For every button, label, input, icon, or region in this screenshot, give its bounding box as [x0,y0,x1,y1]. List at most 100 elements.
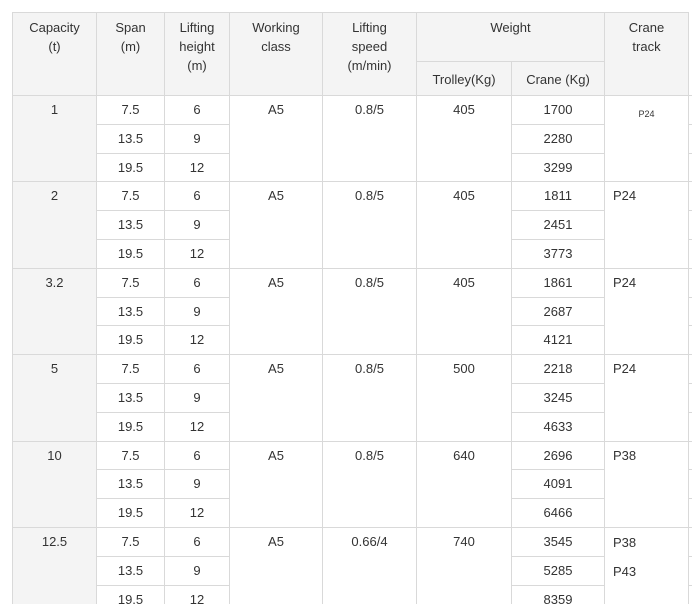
edge-cell [688,181,692,212]
crane-weight-cell: 8359 [510,584,606,604]
lifting-height-cell: 12 [164,152,230,183]
edge-cell [688,382,692,413]
span-cell: 19.5 [96,325,165,356]
crane-weight-cell: 4633 [510,411,606,442]
edge-cell [688,584,692,604]
edge-cell [688,498,692,528]
crane-track-cell: P38 [604,440,690,528]
header-working-class: Working class [229,12,323,96]
lifting-speed-cell: 0.8/5 [322,354,417,442]
table-row: 2 7.5 6 A5 0.8/5 405 1811 P24 [12,181,692,269]
edge-cell [688,296,692,327]
trolley-weight-cell: 405 [416,181,512,269]
span-cell: 19.5 [96,498,165,528]
span-cell: 7.5 [96,95,165,125]
edge-cell [688,555,692,586]
span-cell: 13.5 [96,382,165,413]
edge-cell [688,526,692,557]
lifting-height-cell: 6 [164,267,230,298]
capacity-cell: 10 [12,440,97,528]
table-body: 1 7.5 6 A5 0.8/5 405 1700 P24 13.5 9 2280 19.5 12 329… [12,94,692,604]
crane-weight-cell: 1861 [510,267,606,298]
table-row: 12.5 7.5 6 A5 0.66/4 740 3545 P38 P43 [12,526,692,604]
crane-weight-cell: 1811 [510,181,606,212]
span-cell: 19.5 [96,238,165,269]
span-cell: 19.5 [96,584,165,604]
lifting-height-cell: 6 [164,440,230,471]
crane-weight-cell: 3245 [510,382,606,413]
header-capacity: Capacity (t) [12,12,97,96]
lifting-speed-cell: 0.8/5 [322,181,417,269]
edge-cell [688,123,692,154]
crane-weight-cell: 3299 [510,152,606,183]
lifting-speed-cell: 0.8/5 [322,440,417,528]
header-span: Span (m) [96,12,165,96]
working-class-cell: A5 [229,181,323,269]
table-row: 3.2 7.5 6 A5 0.8/5 405 1861 P24 [12,267,692,356]
crane-track-cell: P24 [604,267,690,356]
trolley-weight-cell: 640 [416,440,512,528]
capacity-cell: 12.5 [12,526,97,604]
crane-weight-cell: 1700 [510,95,606,125]
span-cell: 13.5 [96,210,165,240]
span-cell: 7.5 [96,440,165,471]
header-lifting-height: Lifting height (m) [164,12,230,96]
crane-weight-cell: 4091 [510,469,606,500]
span-cell: 13.5 [96,555,165,586]
crane-weight-cell: 3773 [510,238,606,269]
span-cell: 13.5 [96,123,165,154]
lifting-height-cell: 12 [164,411,230,442]
working-class-cell: A5 [229,526,323,604]
lifting-height-cell: 12 [164,584,230,604]
edge-cell [688,325,692,356]
crane-track-cell: P24 [604,181,690,269]
lifting-height-cell: 9 [164,555,230,586]
working-class-cell: A5 [229,440,323,528]
table-row: 5 7.5 6 A5 0.8/5 500 2218 P24 [12,354,692,442]
crane-weight-cell: 2280 [510,123,606,154]
capacity-cell: 5 [12,354,97,442]
crane-weight-cell: 2218 [510,354,606,384]
span-cell: 7.5 [96,526,165,557]
trolley-weight-cell: 405 [416,267,512,356]
span-cell: 7.5 [96,354,165,384]
table-row: 10 7.5 6 A5 0.8/5 640 2696 P38 [12,440,692,528]
crane-weight-cell: 2696 [510,440,606,471]
span-cell: 7.5 [96,181,165,212]
edge-cell [688,440,692,471]
edge-cell [688,210,692,240]
trolley-weight-cell: 500 [416,354,512,442]
header-crane-track: Crane track [604,12,690,96]
header-crane-weight: Crane (Kg) [510,61,606,96]
lifting-height-cell: 9 [164,469,230,500]
span-cell: 13.5 [96,296,165,327]
lifting-speed-cell: 0.8/5 [322,94,417,183]
header-trolley-weight: Trolley(Kg) [416,61,512,96]
span-cell: 19.5 [96,411,165,442]
lifting-height-cell: 12 [164,325,230,356]
capacity-cell: 2 [12,181,97,269]
trolley-weight-cell: 740 [416,526,512,604]
working-class-cell: A5 [229,354,323,442]
crane-track-cell: P38 P43 [604,526,690,604]
edge-cell [688,152,692,183]
edge-cell [688,238,692,269]
lifting-height-cell: 6 [164,354,230,384]
header-edge [688,12,692,96]
working-class-cell: A5 [229,267,323,356]
lifting-height-cell: 12 [164,498,230,528]
header-lifting-speed: Lifting speed (m/min) [322,12,417,96]
table-row: 1 7.5 6 A5 0.8/5 405 1700 P24 [12,94,692,183]
crane-weight-cell: 3545 [510,526,606,557]
crane-spec-table: Capacity (t) Span (m) Lifting height (m)… [12,12,692,604]
crane-weight-cell: 5285 [510,555,606,586]
lifting-height-cell: 9 [164,382,230,413]
crane-track-cell: P24 [604,94,690,183]
crane-weight-cell: 6466 [510,498,606,528]
span-cell: 7.5 [96,267,165,298]
capacity-cell: 3.2 [12,267,97,356]
working-class-cell: A5 [229,94,323,183]
edge-cell [688,469,692,500]
lifting-speed-cell: 0.8/5 [322,267,417,356]
lifting-height-cell: 12 [164,238,230,269]
